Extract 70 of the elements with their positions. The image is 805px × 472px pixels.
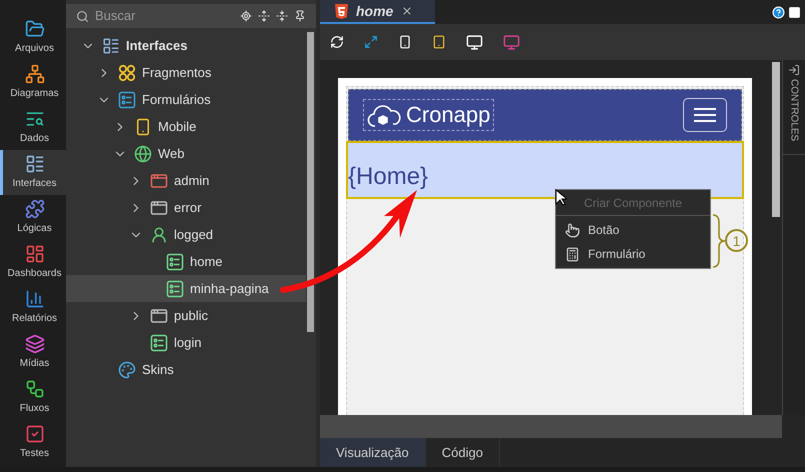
nav-item[interactable]: Dados	[0, 105, 66, 150]
cloud-icon	[367, 102, 403, 128]
expand-all-icon[interactable]	[258, 10, 270, 22]
expand-icon[interactable]	[364, 35, 378, 49]
editor-tab[interactable]: home	[320, 0, 435, 24]
nav-item[interactable]: Interfaces	[0, 150, 66, 195]
tree-item[interactable]: logged	[66, 221, 306, 248]
puzzle-icon	[24, 199, 44, 219]
context-menu: Criar Componente Botão Formulário	[555, 189, 711, 269]
tree-item[interactable]: home	[66, 248, 306, 275]
search-input[interactable]: Buscar	[95, 6, 234, 26]
mouse-pointer-icon	[555, 189, 567, 206]
menu-item[interactable]: Botão	[556, 218, 710, 242]
window-list-icon	[102, 36, 120, 54]
dashboard-icon	[24, 244, 44, 264]
phone-icon[interactable]	[398, 35, 412, 49]
collapse-all-icon[interactable]	[276, 10, 288, 22]
tree-item[interactable]: login	[66, 329, 306, 356]
view-tab[interactable]: Visualização	[320, 438, 426, 467]
help-icon[interactable]	[772, 6, 785, 18]
nav-item[interactable]: Dashboards	[0, 240, 66, 285]
close-icon[interactable]	[401, 5, 414, 17]
nav-item[interactable]: Lógicas	[0, 195, 66, 240]
hand-icon	[565, 222, 580, 238]
tree-item[interactable]: error	[66, 194, 306, 221]
menu-button[interactable]	[683, 98, 727, 132]
nav-item[interactable]: Diagramas	[0, 60, 66, 105]
enter-icon	[788, 64, 800, 76]
scrollbar-thumb[interactable]	[772, 62, 780, 217]
refresh-icon[interactable]	[330, 35, 344, 49]
hierarchy-icon	[24, 64, 44, 84]
nav-item[interactable]: Arquivos	[0, 15, 66, 60]
tree-item[interactable]: public	[66, 302, 306, 329]
search-icon	[76, 10, 89, 22]
brand-logo: Cronapp	[363, 99, 494, 131]
layers-icon	[24, 334, 44, 354]
locate-icon[interactable]	[240, 10, 252, 22]
tree-item[interactable]: minha-pagina	[66, 275, 306, 302]
tree-item[interactable]: Interfaces	[66, 32, 306, 59]
html5-icon	[335, 4, 348, 18]
globe-icon	[134, 144, 152, 162]
tree-item[interactable]: Fragmentos	[66, 59, 306, 86]
tree-item[interactable]: Formulários	[66, 86, 306, 113]
tree-item[interactable]: Web	[66, 140, 306, 167]
palette-icon	[118, 360, 136, 378]
nav-item[interactable]: Fluxos	[0, 375, 66, 420]
tablet-icon[interactable]	[432, 35, 446, 49]
user-icon	[150, 226, 168, 244]
circles-icon	[118, 64, 136, 82]
callout-number: 1	[725, 229, 748, 252]
flow-icon	[24, 379, 44, 399]
folder-icon	[24, 19, 44, 39]
tree-item[interactable]: Skins	[66, 356, 306, 383]
nav-item[interactable]: Testes	[0, 420, 66, 465]
window-list-icon	[24, 154, 44, 174]
pin-icon[interactable]	[294, 10, 306, 22]
home-section[interactable]: {Home}	[346, 141, 744, 199]
nav-item[interactable]: Relatórios	[0, 285, 66, 330]
scrollbar-thumb[interactable]	[307, 32, 314, 332]
tree-item[interactable]: Mobile	[66, 113, 306, 140]
brace-icon	[712, 214, 726, 268]
menu-item[interactable]: Formulário	[556, 242, 710, 266]
controls-panel-tab[interactable]: CONTROLES	[783, 60, 805, 155]
checkbox-icon	[24, 424, 44, 444]
monitor-icon[interactable]	[466, 34, 483, 50]
search-field[interactable]: Buscar	[66, 4, 316, 28]
tree-item[interactable]: admin	[66, 167, 306, 194]
nav-item[interactable]: Mídias	[0, 330, 66, 375]
bar-chart-icon	[24, 289, 44, 309]
phone-icon	[134, 118, 152, 136]
